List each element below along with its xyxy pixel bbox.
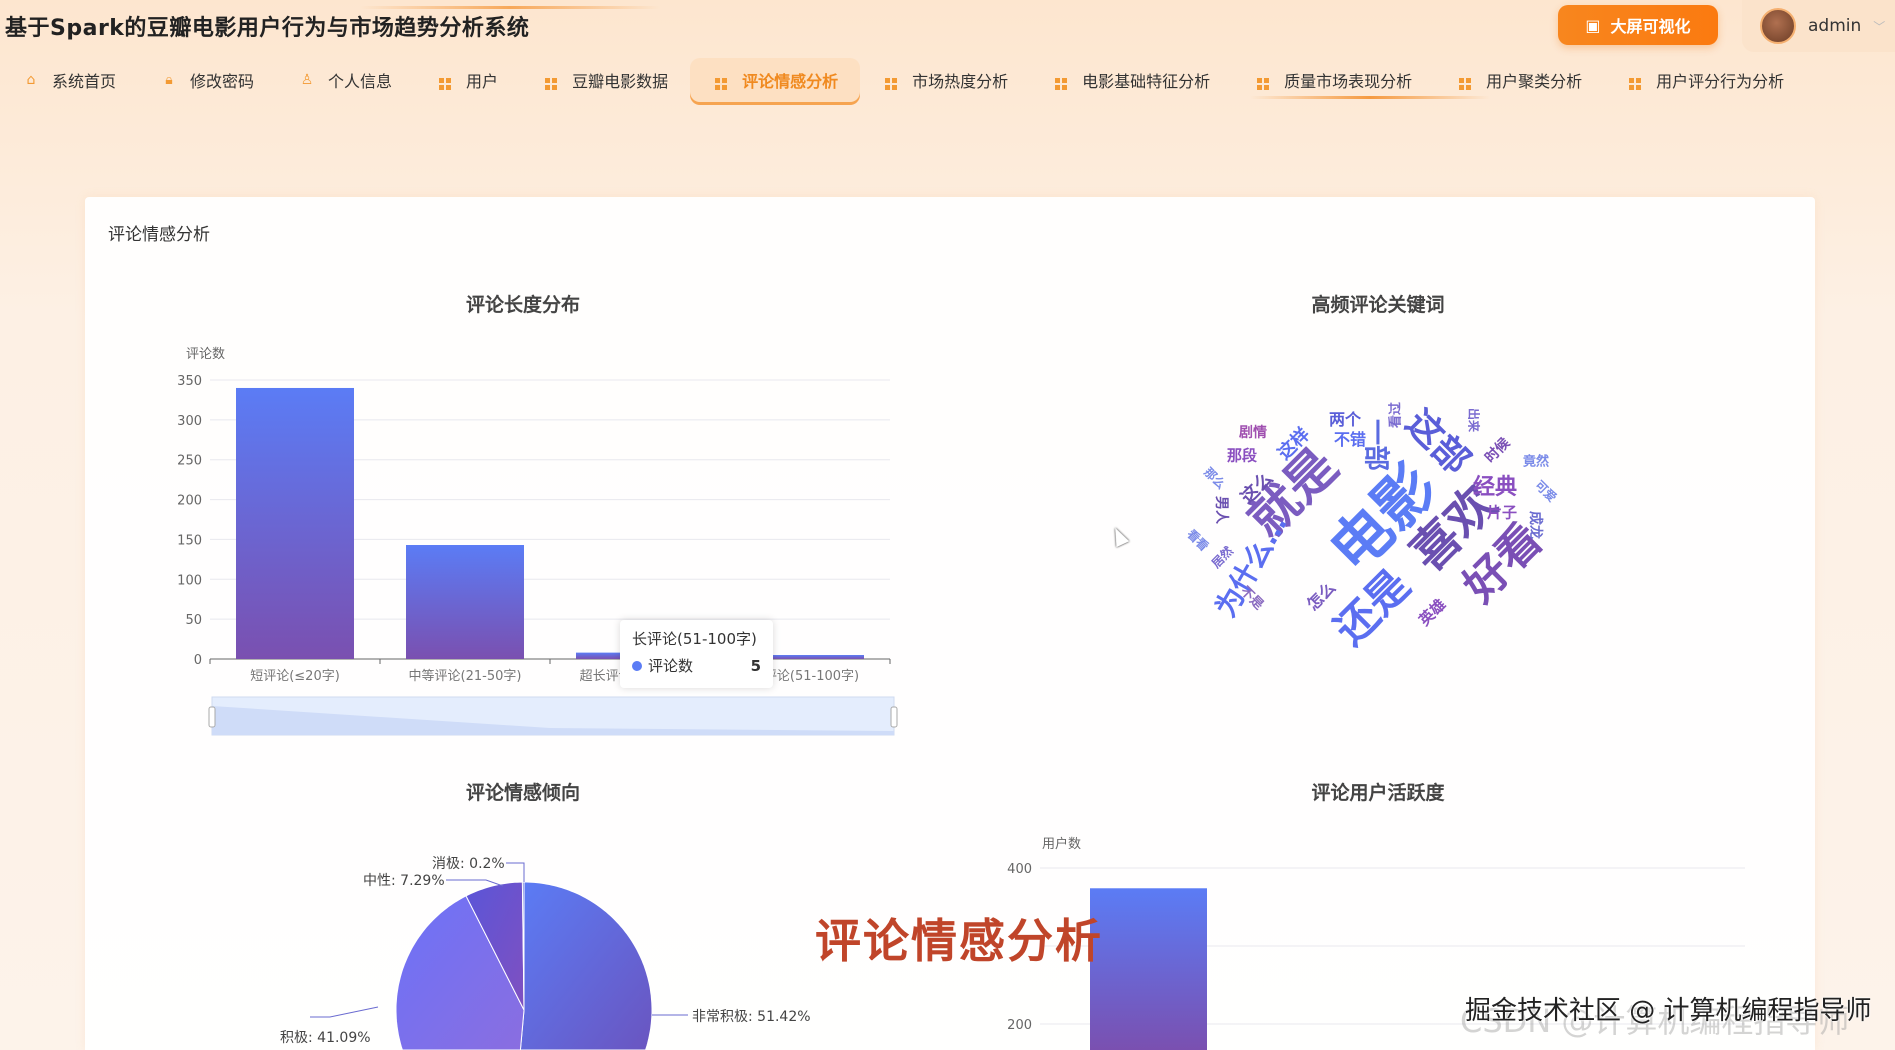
nav-item-7[interactable]: 电影基础特征分析	[1030, 58, 1232, 102]
grid-icon	[1254, 71, 1272, 90]
grid-icon	[542, 71, 560, 90]
overlay-caption: 评论情感分析	[815, 905, 1103, 971]
word-cloud-word: 不错	[1334, 426, 1366, 450]
data-zoom-handle-left	[209, 707, 215, 727]
series-dot	[632, 661, 642, 671]
pie-leader-line	[506, 863, 524, 882]
word-cloud-word: 男人	[1212, 496, 1232, 524]
y-tick-label: 300	[177, 414, 202, 429]
y-tick-label: 350	[177, 374, 202, 389]
y-tick-label: 400	[1007, 862, 1032, 877]
tooltip-title: 长评论(51-100字)	[632, 628, 761, 649]
nav-label: 豆瓣电影数据	[572, 68, 668, 92]
nav-label: 系统首页	[52, 68, 116, 92]
nav-item-1[interactable]: 🔒︎ 修改密码	[138, 58, 276, 102]
chart-title-activity: 评论用户活跃度	[1311, 778, 1444, 805]
grid-icon	[436, 71, 454, 90]
y-tick-label: 250	[177, 454, 202, 469]
chart-tooltip: 长评论(51-100字) 评论数 5	[620, 620, 773, 688]
grid-icon	[712, 71, 730, 90]
y-axis-label: 用户数	[1042, 836, 1081, 852]
user-icon: ♙	[298, 72, 316, 88]
app-title: 基于Spark的豆瓣电影用户行为与市场趋势分析系统	[5, 10, 529, 42]
chart-title-keywords: 高频评论关键词	[1311, 290, 1444, 317]
nav-label: 用户评分行为分析	[1656, 68, 1784, 92]
word-cloud-word: 经典	[1473, 469, 1517, 501]
pie-label-very-positive: 非常积极: 51.42%	[692, 1006, 811, 1026]
x-tick-label: 短评论(≤20字)	[250, 669, 340, 684]
nav-item-2[interactable]: ♙ 个人信息	[276, 58, 414, 102]
tooltip-value: 5	[751, 657, 761, 675]
nav-item-0[interactable]: ⌂ 系统首页	[0, 58, 138, 102]
data-zoom-handle-right	[891, 707, 897, 727]
nav-item-4[interactable]: 豆瓣电影数据	[520, 58, 690, 102]
y-tick-label: 0	[194, 653, 202, 668]
home-icon: ⌂	[22, 72, 40, 88]
chart-title-sentiment: 评论情感倾向	[466, 778, 580, 805]
chart-title-length: 评论长度分布	[466, 290, 580, 317]
grid-icon	[1626, 71, 1644, 90]
bar	[236, 388, 354, 659]
pie-slice	[520, 882, 652, 1050]
x-tick-label: 中等评论(21-50字)	[409, 668, 522, 684]
user-menu[interactable]: admin ﹀	[1742, 0, 1895, 52]
avatar	[1760, 8, 1796, 44]
nav-label: 个人信息	[328, 68, 392, 92]
nav-label: 市场热度分析	[912, 68, 1008, 92]
y-tick-label: 200	[177, 494, 202, 509]
pie-leader-line	[310, 1007, 378, 1017]
bar	[406, 545, 524, 659]
bar	[1090, 888, 1207, 1050]
chevron-down-icon: ﹀	[1873, 18, 1885, 35]
y-tick-label: 150	[177, 533, 202, 548]
nav-label: 评论情感分析	[742, 68, 838, 92]
grid-icon	[882, 71, 900, 90]
nav-item-10[interactable]: 用户评分行为分析	[1604, 58, 1806, 102]
word-cloud-word: 看过	[1385, 402, 1404, 428]
nav-label: 用户聚类分析	[1486, 68, 1582, 92]
word-cloud-word: 出来	[1466, 408, 1483, 432]
tooltip-series: 评论数	[648, 655, 693, 676]
nav-label: 电影基础特征分析	[1082, 68, 1210, 92]
word-cloud-word: 剧情	[1239, 422, 1267, 442]
y-tick-label: 50	[185, 613, 202, 628]
pie-label-neutral: 中性: 7.29%	[363, 870, 445, 890]
word-cloud-word: 成龙	[1526, 511, 1546, 539]
presentation-icon: ▣	[1585, 16, 1600, 35]
nav-label: 质量市场表现分析	[1284, 68, 1412, 92]
word-cloud-word: 竟然	[1523, 451, 1549, 470]
decor-line	[1250, 96, 1490, 99]
y-tick-label: 200	[1007, 1018, 1032, 1033]
pie-label-positive: 积极: 41.09%	[280, 1027, 371, 1047]
nav-item-6[interactable]: 市场热度分析	[860, 58, 1030, 102]
y-tick-label: 100	[177, 573, 202, 588]
y-axis-label: 评论数	[186, 347, 225, 362]
card-title: 评论情感分析	[108, 220, 210, 245]
watermark: 掘金技术社区 @ 计算机编程指导师	[1465, 990, 1872, 1027]
nav-item-5[interactable]: 评论情感分析	[690, 58, 860, 102]
word-cloud-word: 片子	[1487, 502, 1517, 523]
nav-label: 用户	[466, 68, 498, 92]
bigscreen-button[interactable]: ▣ 大屏可视化	[1558, 5, 1718, 45]
username: admin	[1808, 16, 1861, 36]
nav-item-3[interactable]: 用户	[414, 58, 520, 102]
nav-label: 修改密码	[190, 68, 254, 92]
decor-line	[360, 6, 660, 9]
word-cloud-word: 那段	[1227, 445, 1257, 466]
lock-icon: 🔒︎	[160, 72, 178, 88]
bigscreen-label: 大屏可视化	[1611, 13, 1691, 37]
grid-icon	[1456, 71, 1474, 90]
top-nav: ⌂ 系统首页 🔒︎ 修改密码 ♙ 个人信息 用户 豆瓣电影数据 评论情感分析 市场热度分析 电影基础…	[0, 58, 1806, 102]
comment-length-chart: 评论数 0 50 100 150 200 250 300 350 短评论(≤20字) 中等评论(21…	[150, 330, 910, 750]
grid-icon	[1052, 71, 1070, 90]
